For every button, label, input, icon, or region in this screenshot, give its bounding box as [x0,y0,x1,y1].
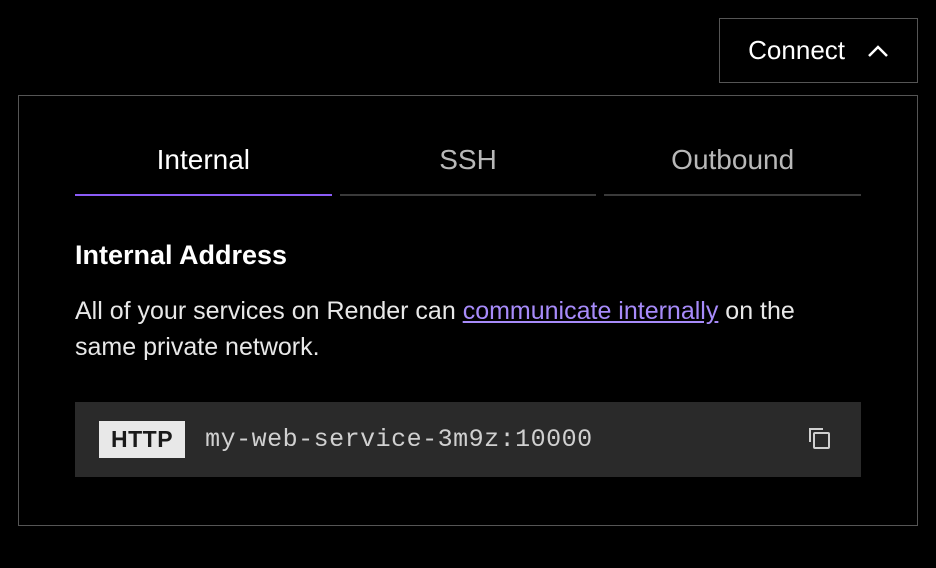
connect-button[interactable]: Connect [719,18,918,83]
connect-label: Connect [748,35,845,66]
copy-button[interactable] [801,420,837,459]
chevron-up-icon [867,35,889,66]
address-box: HTTP my-web-service-3m9z:10000 [75,402,861,477]
tab-ssh[interactable]: SSH [340,144,597,196]
description: All of your services on Render can commu… [75,293,861,366]
tabs: Internal SSH Outbound [75,144,861,196]
description-prefix: All of your services on Render can [75,297,463,325]
tab-internal[interactable]: Internal [75,144,332,196]
address-value: my-web-service-3m9z:10000 [205,425,781,454]
section-title: Internal Address [75,240,861,271]
tab-outbound[interactable]: Outbound [604,144,861,196]
communicate-internally-link[interactable]: communicate internally [463,297,719,325]
connect-panel: Internal SSH Outbound Internal Address A… [18,95,918,526]
protocol-badge: HTTP [99,421,185,458]
copy-icon [805,424,833,455]
header: Connect [18,18,918,83]
